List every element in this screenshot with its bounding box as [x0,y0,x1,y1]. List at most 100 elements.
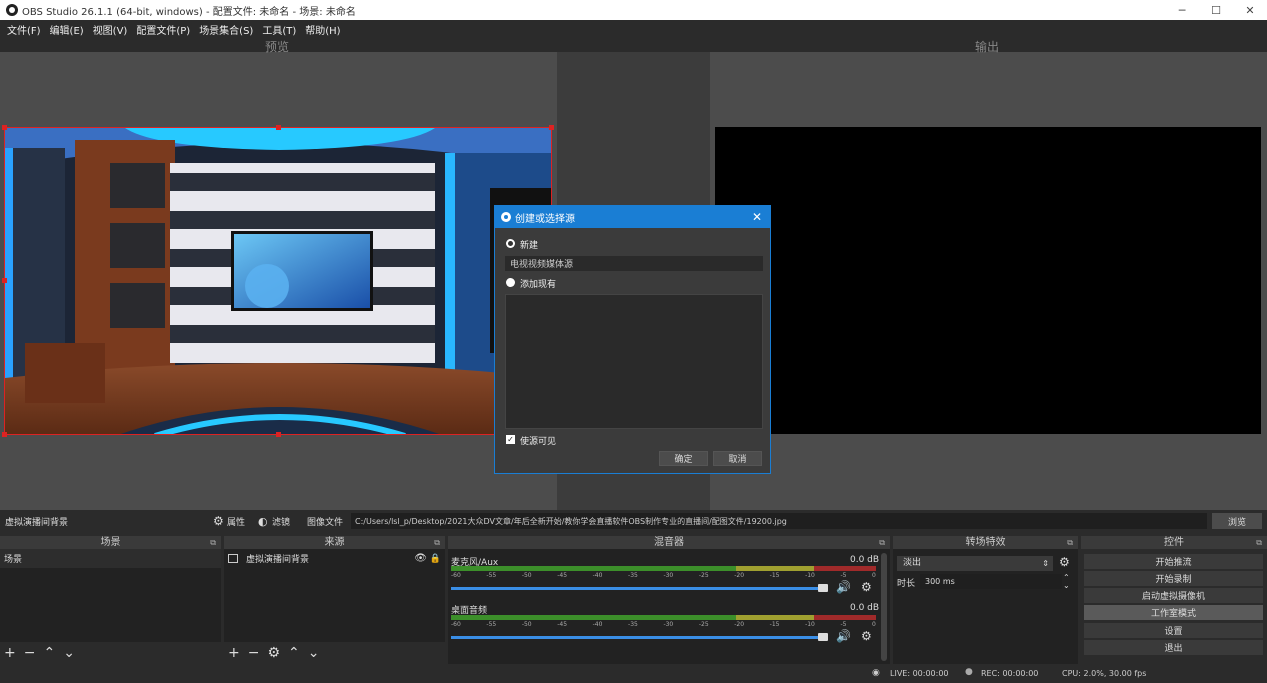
desktop-volume-knob[interactable] [818,633,828,641]
dock-float-icon[interactable]: ⧉ [1067,536,1073,549]
cpu-fps-readout: CPU: 2.0%, 30.00 fps [1062,669,1147,678]
duration-label: 时长 [897,579,916,589]
menu-view[interactable]: 视图(V) [93,22,128,37]
scenes-header: 场景 [100,537,121,548]
gear-icon[interactable]: ⚙ [861,580,872,594]
move-down-icon[interactable]: ⌄ [308,646,320,660]
gear-icon[interactable]: ⚙ [1059,555,1070,569]
output-label: 输出 [975,40,1000,54]
filters-button[interactable]: 滤镜 [272,515,290,528]
resize-handle[interactable] [2,125,7,130]
menu-profile[interactable]: 配置文件(P) [136,22,190,37]
menu-scene-collection[interactable]: 场景集合(S) [199,22,253,37]
mixer-dock: 混音器 ⧉ 麦克风/Aux 0.0 dB -60 -55 -50 -45 -40 -35 -3… [448,536,890,664]
image-path-field[interactable]: C:/Users/lsl_p/Desktop/2021大众DV文章/年后全新开始… [351,513,1207,529]
mixer-header: 混音器 [654,537,684,548]
resize-handle[interactable] [276,125,281,130]
transitions-header: 转场特效 [965,537,1006,548]
start-recording-button[interactable]: 开始录制 [1084,571,1263,586]
menu-help[interactable]: 帮助(H) [305,22,340,37]
record-dot-icon: ● [965,667,973,677]
mic-level-meter-peak [814,566,876,571]
minimize-button[interactable]: ─ [1165,0,1199,20]
dock-float-icon[interactable]: ⧉ [434,536,440,549]
resize-handle[interactable] [2,432,7,437]
speaker-icon[interactable]: 🔊 [836,629,851,643]
output-canvas [715,127,1261,434]
ok-button[interactable]: 确定 [659,451,708,466]
transition-select[interactable]: 淡出 ⇕ [897,556,1053,571]
obs-logo-icon [6,4,18,16]
add-icon[interactable]: + [4,646,16,660]
speaker-icon[interactable]: 🔊 [836,580,851,594]
add-icon[interactable]: + [228,646,240,660]
duration-spinbox[interactable]: 300 ms [920,574,1062,589]
source-name-input[interactable]: 电视视频媒体源 [505,256,763,271]
browse-button[interactable]: 浏览 [1212,513,1262,529]
mic-volume-knob[interactable] [818,584,828,592]
controls-header: 控件 [1164,537,1184,548]
existing-sources-list[interactable] [505,294,763,429]
preview-image-source[interactable] [4,127,552,435]
gear-icon[interactable]: ⚙ [267,646,280,660]
filter-icon[interactable]: ◐ [258,515,268,528]
eye-icon[interactable]: 👁 [414,553,427,564]
menu-file[interactable]: 文件(F) [7,22,41,37]
sources-header: 来源 [324,537,345,548]
mic-volume-slider[interactable] [451,587,826,590]
title-bar: OBS Studio 26.1.1 (64-bit, windows) - 配置… [0,0,1267,20]
menu-tools[interactable]: 工具(T) [262,22,296,37]
status-bar: ◉ LIVE: 00:00:00 ● REC: 00:00:00 CPU: 2.… [0,664,1267,683]
maximize-button[interactable]: ☐ [1199,0,1233,20]
dialog-close-icon[interactable]: ✕ [752,210,762,224]
menu-bar: 文件(F) 编辑(E) 视图(V) 配置文件(P) 场景集合(S) 工具(T) … [0,20,1267,38]
desktop-volume-slider[interactable] [451,636,826,639]
dock-float-icon[interactable]: ⧉ [1256,536,1262,549]
gear-icon[interactable]: ⚙ [213,514,224,528]
chevron-updown-icon: ⇕ [1042,559,1049,568]
cancel-button[interactable]: 取消 [713,451,762,466]
selected-source-name: 虚拟演播间背景 [5,517,69,528]
live-timer: LIVE: 00:00:00 [890,669,949,678]
mic-level-meter [451,566,736,571]
lock-icon[interactable]: 🔒 [430,554,441,564]
window-title: OBS Studio 26.1.1 (64-bit, windows) - 配置… [22,6,356,18]
resize-handle[interactable] [276,432,281,437]
scene-item[interactable]: 场景 [0,549,221,568]
move-down-icon[interactable]: ⌄ [63,646,75,660]
mixer-scrollbar[interactable] [881,553,887,661]
close-window-button[interactable]: ✕ [1233,0,1267,20]
gear-icon[interactable]: ⚙ [861,629,872,643]
desktop-level-meter-peak [814,615,876,620]
move-up-icon[interactable]: ⌃ [43,646,55,660]
add-existing-radio[interactable] [506,278,515,287]
visible-label: 使源可见 [520,437,557,447]
dock-float-icon[interactable]: ⧉ [879,536,885,549]
menu-edit[interactable]: 编辑(E) [50,22,84,37]
source-item[interactable]: 虚拟演播间背景 👁 🔒 [224,549,445,568]
resize-handle[interactable] [2,278,7,283]
dock-float-icon[interactable]: ⧉ [210,536,216,549]
exit-button[interactable]: 退出 [1084,640,1263,655]
mic-meter-scale: -60 -55 -50 -45 -40 -35 -30 -25 -20 -15 -10 -5 0 [451,572,876,579]
start-virtual-camera-button[interactable]: 启动虚拟摄像机 [1084,588,1263,603]
settings-button[interactable]: 设置 [1084,623,1263,638]
studio-mode-button[interactable]: 工作室模式 [1084,605,1263,620]
desktop-level-meter-warn [736,615,814,620]
properties-button[interactable]: 属性 [227,515,245,528]
transition-select-value: 淡出 [903,558,922,568]
move-up-icon[interactable]: ⌃ [288,646,300,660]
dialog-title-bar[interactable]: 创建或选择源 ✕ [495,206,770,228]
new-label: 新建 [520,241,539,251]
image-source-icon [228,554,238,563]
spin-updown-icon[interactable]: ⌃ ⌄ [1063,574,1070,590]
remove-icon[interactable]: − [248,646,260,660]
visible-checkbox[interactable]: ✓ [506,435,515,444]
new-radio[interactable] [506,239,515,248]
scenes-dock: 场景 ⧉ 场景 + − ⌃ ⌄ [0,536,221,664]
remove-icon[interactable]: − [24,646,36,660]
start-streaming-button[interactable]: 开始推流 [1084,554,1263,569]
desktop-level-meter [451,615,736,620]
desktop-meter-scale: -60 -55 -50 -45 -40 -35 -30 -25 -20 -15 -10 -5 0 [451,621,876,628]
resize-handle[interactable] [549,125,554,130]
